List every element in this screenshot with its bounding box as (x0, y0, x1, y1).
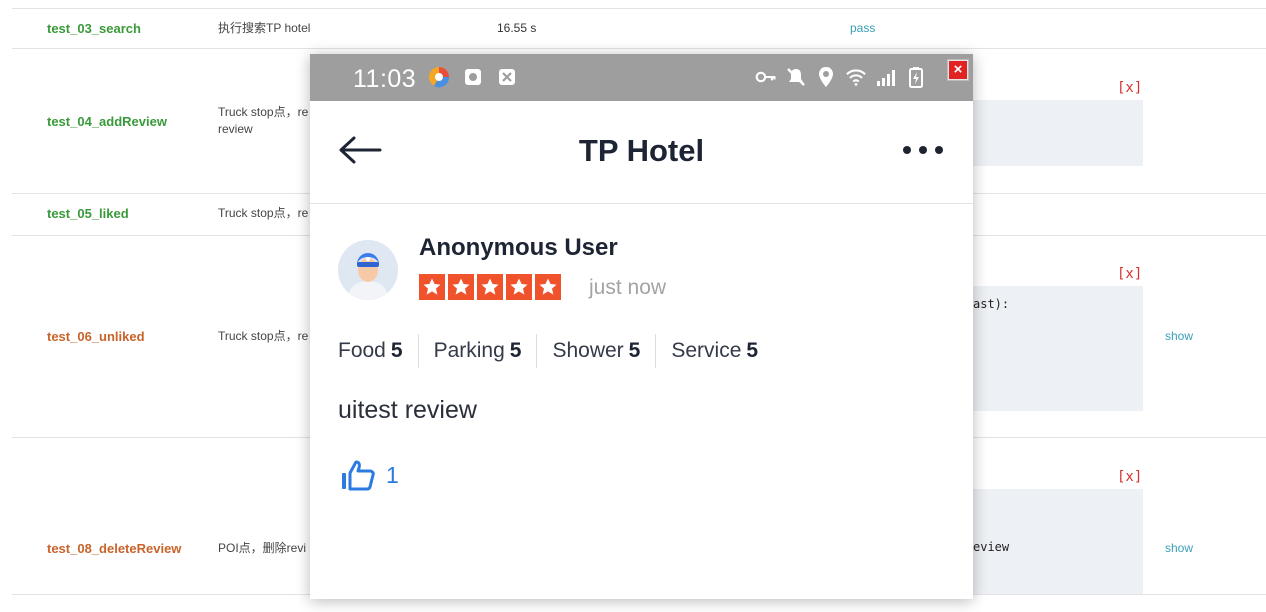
app-header: TP Hotel (310, 101, 973, 204)
test-name: test_06_unliked (47, 329, 145, 344)
status-system-icons (755, 66, 927, 88)
test-name: test_08_deleteReview (47, 541, 182, 556)
review-text: uitest review (338, 396, 477, 424)
star-icon (506, 274, 532, 300)
avatar-icon (338, 240, 398, 300)
rating-shower: Shower 5 (552, 339, 641, 362)
battery-icon (905, 66, 927, 88)
rating-divider (536, 334, 538, 368)
show-link[interactable]: show (1165, 541, 1193, 555)
test-duration: 16.55 s (497, 21, 537, 35)
close-button[interactable]: × (947, 59, 969, 81)
close-icon: × (949, 61, 967, 79)
star-icon (477, 274, 503, 300)
mute-icon (785, 66, 807, 88)
test-description: Truck stop点，re (218, 105, 309, 119)
key-icon (755, 66, 777, 88)
wifi-icon (845, 66, 867, 88)
phone-screenshot: 11:03 × TP Hotel Anonymous User just now… (310, 54, 973, 599)
star-icon (419, 274, 445, 300)
error-toggle[interactable]: [x] (1117, 80, 1142, 96)
more-dots-icon[interactable] (902, 143, 944, 157)
star-rating (419, 274, 561, 300)
status-time: 11:03 (353, 65, 417, 93)
rating-food: Food 5 (338, 339, 403, 362)
rating-service: Service 5 (671, 339, 759, 362)
thumbs-up-icon (342, 460, 375, 491)
review-timestamp: just now (589, 276, 667, 299)
signal-icon (875, 66, 897, 88)
like-button[interactable]: 1 (340, 459, 399, 491)
location-icon (815, 66, 837, 88)
rating-divider (417, 334, 419, 368)
star-icon (448, 274, 474, 300)
test-description: Truck stop点，re (218, 329, 309, 343)
rating-divider (655, 334, 657, 368)
review-username: Anonymous User (419, 234, 618, 261)
show-link[interactable]: show (1165, 329, 1193, 343)
like-count: 1 (386, 461, 399, 488)
browser-icon (428, 66, 450, 88)
traceback-text: ast): (973, 297, 1010, 311)
star-icon (535, 274, 561, 300)
notification-icon (496, 66, 518, 88)
rating-breakdown: Food 5 Parking 5 Shower 5 Service 5 (338, 334, 773, 368)
test-name: test_05_liked (47, 206, 129, 221)
traceback-text: eview (973, 540, 1010, 554)
test-description-line2: review (218, 122, 253, 136)
rating-parking: Parking 5 (433, 339, 522, 362)
notification-icon (462, 66, 484, 88)
test-name: test_04_addReview (47, 114, 167, 129)
test-description: Truck stop点，re (218, 206, 309, 220)
status-bar: 11:03 × (310, 54, 973, 101)
error-toggle[interactable]: [x] (1117, 469, 1142, 485)
error-toggle[interactable]: [x] (1117, 266, 1142, 282)
page-title: TP Hotel (578, 133, 705, 168)
traceback-box (973, 100, 1143, 166)
test-name: test_03_search (47, 21, 141, 36)
status-notification-icons (428, 66, 518, 88)
test-status: pass (850, 21, 876, 35)
test-description: POI点，删除revi (218, 541, 307, 555)
table-row: test_03_search 执行搜索TP hotel 16.55 s pass (0, 8, 1266, 48)
test-description: 执行搜索TP hotel (218, 21, 311, 35)
